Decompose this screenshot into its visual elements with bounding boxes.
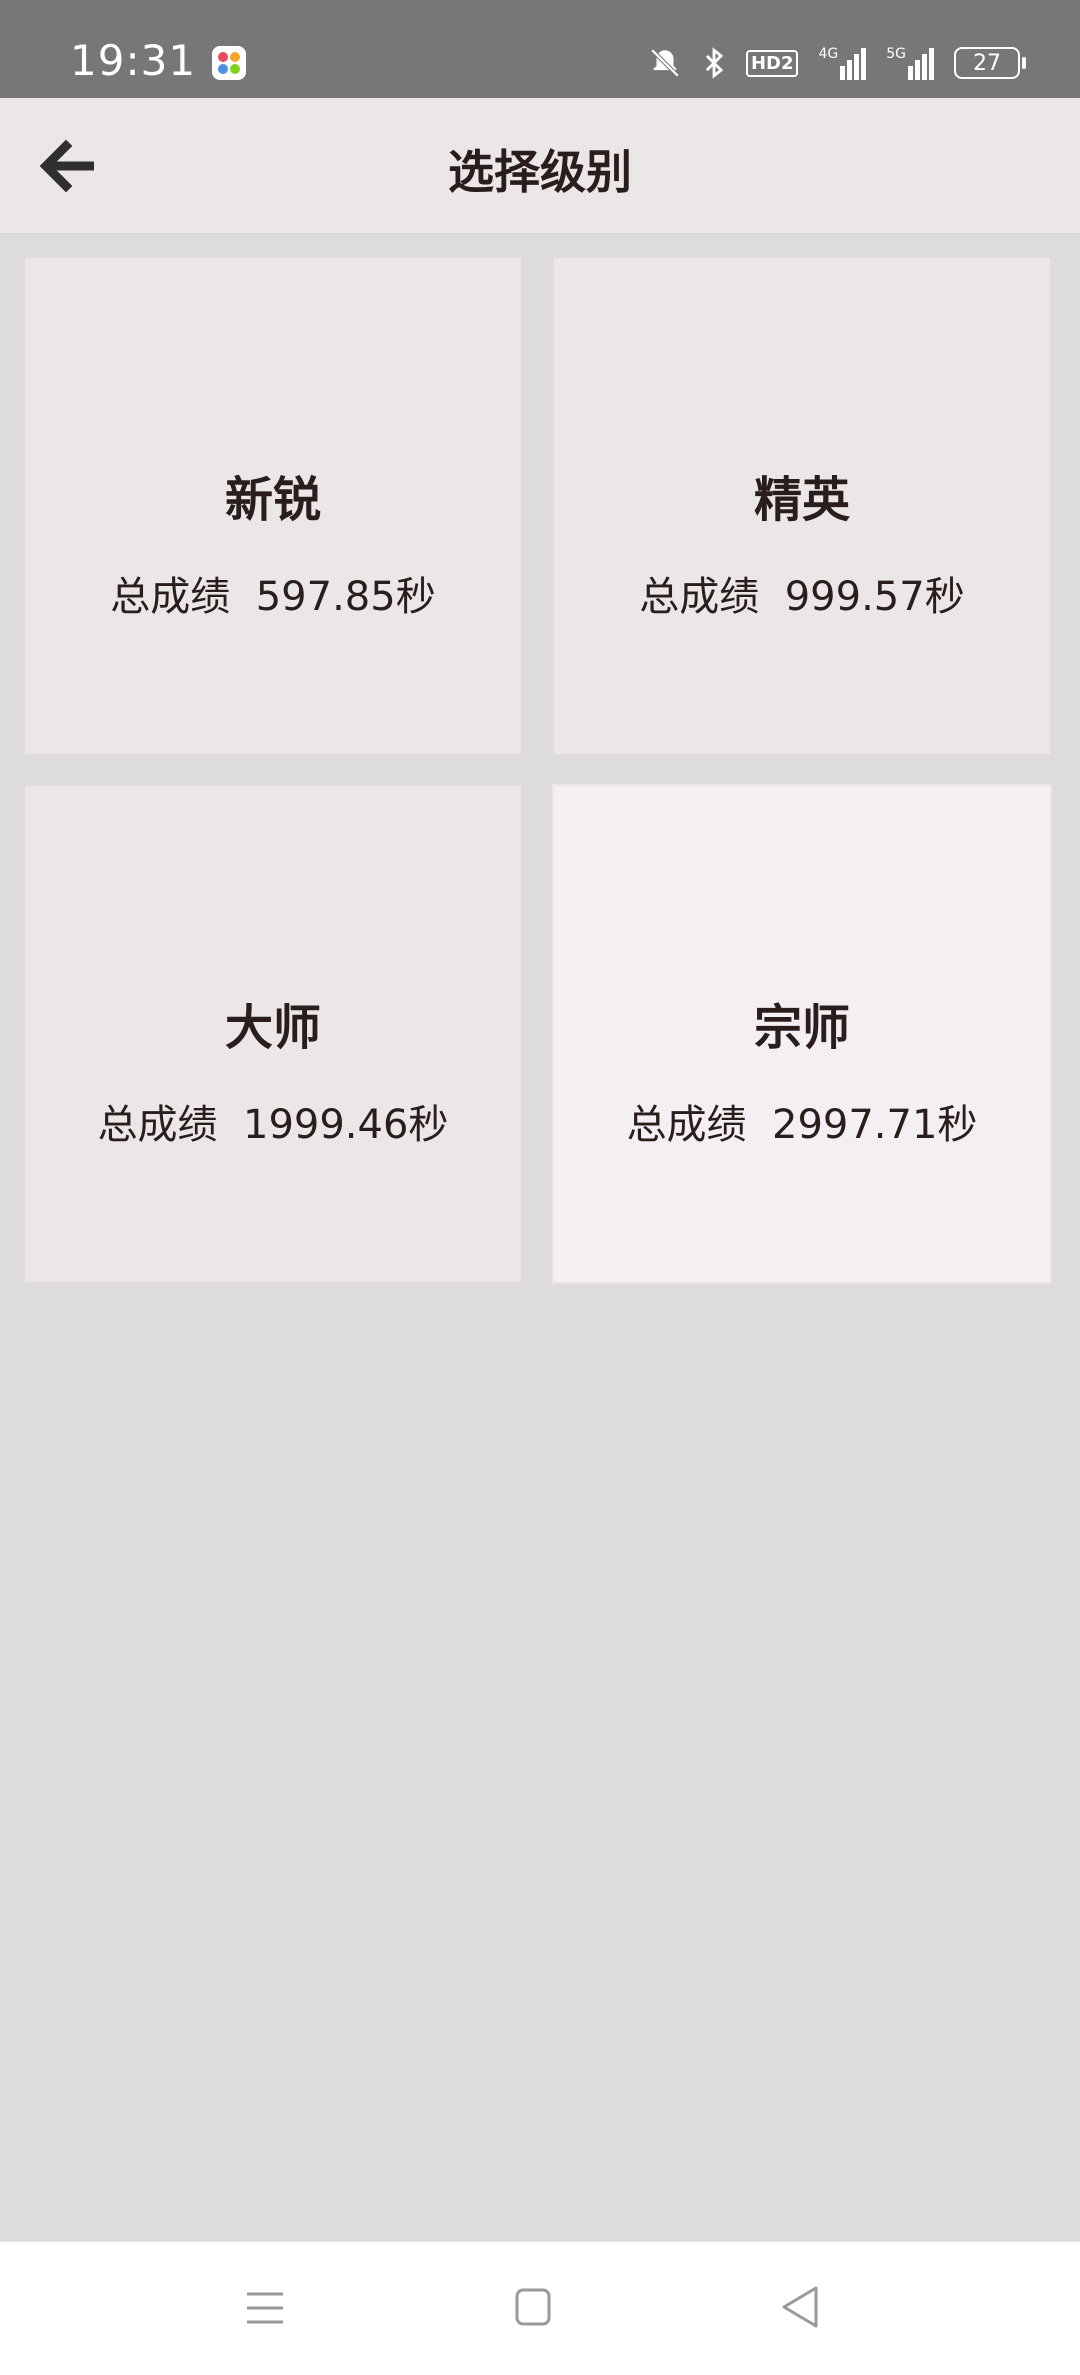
score-label: 总成绩 [639,574,760,620]
signal-5g-icon: 5G [886,46,934,80]
score-value: 597.85秒 [255,574,436,620]
network-5g-label: 5G [886,46,906,62]
battery-level: 27 [973,50,1001,76]
status-icons: HD2 4G 5G 27 [648,38,1026,88]
level-name: 宗师 [753,1000,850,1056]
score-value: 2997.71秒 [772,1102,978,1148]
app-bar: 选择级别 [0,98,1080,234]
signal-4g-icon: 4G [818,46,867,80]
status-time: 19:31 [70,36,197,85]
triangle-back-icon [782,2286,818,2328]
level-score: 总成绩 999.57秒 [554,564,1050,622]
square-home-icon [515,2288,551,2326]
score-label: 总成绩 [626,1102,747,1148]
app-notification-icon [212,46,246,80]
menu-icon [247,2292,283,2324]
level-name: 大师 [224,1000,321,1056]
page-title: 选择级别 [448,145,632,199]
level-card-4[interactable]: 宗师 总成绩 2997.71秒 [552,784,1052,1284]
score-label: 总成绩 [110,574,231,620]
level-card-1[interactable]: 新锐 总成绩 597.85秒 [23,256,523,756]
nav-menu-button[interactable] [225,2270,305,2346]
level-card-3[interactable]: 大师 总成绩 1999.46秒 [23,784,523,1284]
mute-bell-icon [650,48,680,78]
bluetooth-icon [705,47,724,79]
score-value: 1999.46秒 [243,1102,449,1148]
score-label: 总成绩 [97,1102,218,1148]
level-score: 总成绩 597.85秒 [25,564,521,622]
hd-label: HD2 [750,52,794,74]
level-name: 新锐 [224,472,321,528]
level-name: 精英 [753,472,850,528]
level-score: 总成绩 2997.71秒 [554,1092,1050,1150]
level-card-2[interactable]: 精英 总成绩 999.57秒 [552,256,1052,756]
score-value: 999.57秒 [784,574,965,620]
level-score: 总成绩 1999.46秒 [25,1092,521,1150]
status-bar: 19:31 HD2 4G 5G 27 [0,0,1080,98]
battery-icon: 27 [954,47,1026,79]
hd-icon: HD2 [745,49,799,77]
nav-home-button[interactable] [493,2270,573,2346]
system-nav-bar [0,2241,1080,2375]
nav-back-button[interactable] [760,2270,840,2346]
network-4g-label: 4G [818,46,839,62]
